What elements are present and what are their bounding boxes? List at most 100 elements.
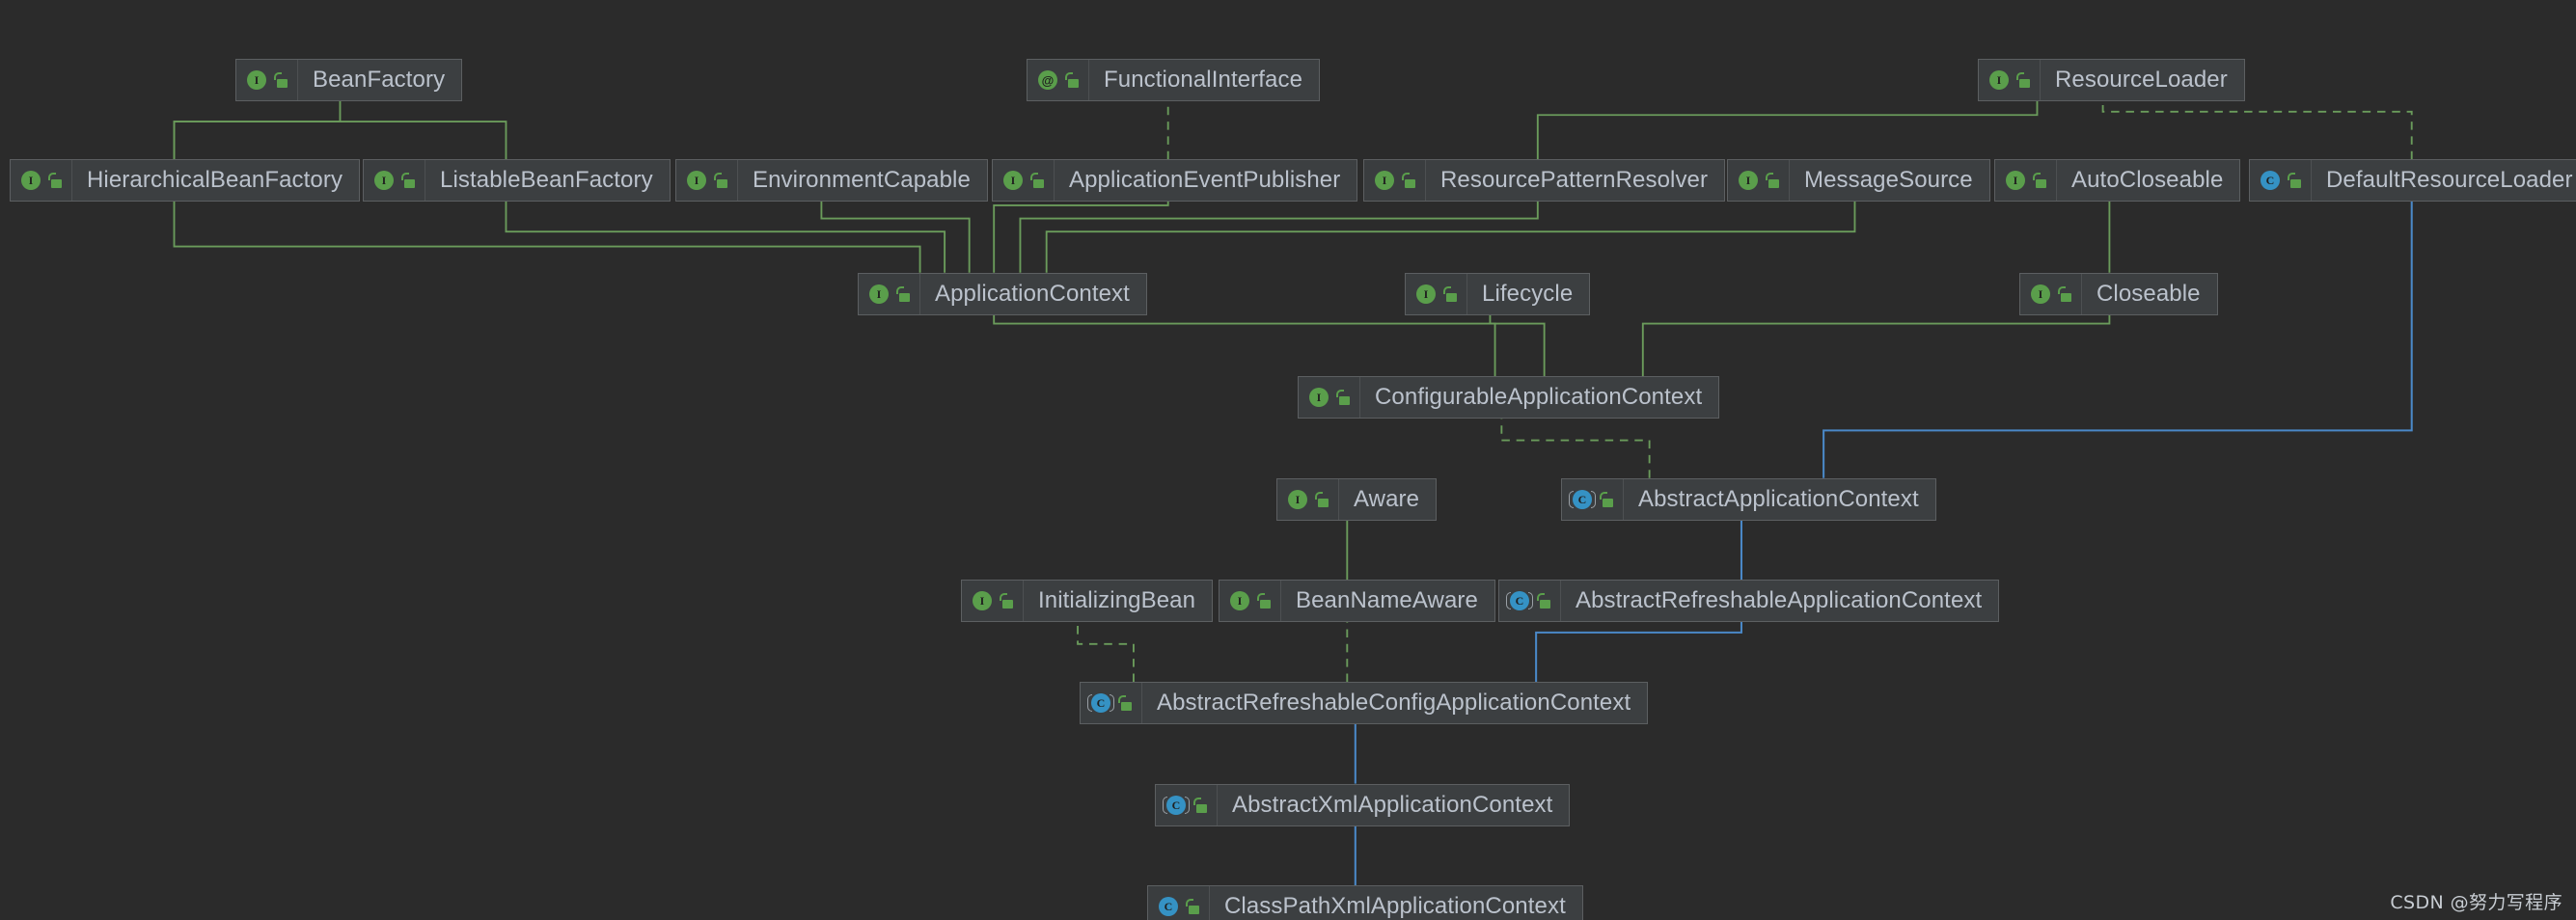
uml-node-ResourcePatternResolver[interactable]: I ResourcePatternResolver bbox=[1363, 159, 1726, 202]
uml-node-ListableBeanFactory[interactable]: I ListableBeanFactory bbox=[363, 159, 671, 202]
uml-node-AutoCloseable[interactable]: I AutoCloseable bbox=[1994, 159, 2241, 202]
node-label: Aware bbox=[1354, 486, 1420, 512]
node-icons: C bbox=[2250, 160, 2312, 201]
node-label: DefaultResourceLoader bbox=[2326, 167, 2573, 193]
node-label: ResourceLoader bbox=[2055, 67, 2228, 93]
node-icons: C bbox=[1148, 886, 1210, 920]
node-icons: C bbox=[1156, 785, 1218, 825]
unlocked-padlock-icon bbox=[2288, 172, 2302, 189]
unlocked-padlock-icon bbox=[2033, 172, 2047, 189]
node-icons: I bbox=[1219, 581, 1281, 621]
uml-node-AbstractXmlApplicationContext[interactable]: C AbstractXmlApplicationContext bbox=[1155, 784, 1571, 826]
uml-node-AbstractRefreshableApplicationContext[interactable]: C AbstractRefreshableApplicationContext bbox=[1498, 580, 2000, 622]
unlocked-padlock-icon bbox=[1443, 285, 1458, 303]
node-icons: I bbox=[859, 274, 920, 314]
node-label: FunctionalInterface bbox=[1104, 67, 1303, 93]
uml-node-InitializingBean[interactable]: I InitializingBean bbox=[961, 580, 1214, 622]
interface-icon: I bbox=[1738, 170, 1759, 191]
uml-node-AbstractApplicationContext[interactable]: C AbstractApplicationContext bbox=[1561, 478, 1936, 521]
node-icons: I bbox=[364, 160, 425, 201]
uml-node-ApplicationEventPublisher[interactable]: I ApplicationEventPublisher bbox=[992, 159, 1358, 202]
interface-icon: I bbox=[1415, 284, 1437, 305]
node-icons: I bbox=[1728, 160, 1790, 201]
unlocked-padlock-icon bbox=[1030, 172, 1045, 189]
node-label: AutoCloseable bbox=[2071, 167, 2224, 193]
uml-node-HierarchicalBeanFactory[interactable]: I HierarchicalBeanFactory bbox=[10, 159, 361, 202]
node-icons: I bbox=[993, 160, 1055, 201]
watermark: CSDN @努力写程序 bbox=[2390, 892, 2562, 913]
interface-icon: I bbox=[1229, 590, 1250, 611]
node-icons: I bbox=[11, 160, 72, 201]
node-icons: I bbox=[1995, 160, 2057, 201]
unlocked-padlock-icon bbox=[274, 71, 288, 89]
node-icons: C bbox=[1499, 581, 1561, 621]
uml-node-DefaultResourceLoader[interactable]: C DefaultResourceLoader bbox=[2249, 159, 2576, 202]
unlocked-padlock-icon bbox=[714, 172, 728, 189]
abstract-class-icon: C bbox=[1569, 489, 1596, 510]
annotation-icon: @ bbox=[1037, 69, 1058, 91]
interface-icon: I bbox=[20, 170, 41, 191]
uml-node-FunctionalInterface[interactable]: @ FunctionalInterface bbox=[1027, 59, 1321, 101]
interface-icon: I bbox=[686, 170, 707, 191]
unlocked-padlock-icon bbox=[1600, 491, 1614, 508]
node-label: Closeable bbox=[2096, 281, 2201, 307]
unlocked-padlock-icon bbox=[1118, 694, 1133, 712]
node-icons: C bbox=[1562, 479, 1624, 520]
class-icon: C bbox=[2260, 170, 2281, 191]
interface-icon: I bbox=[2030, 284, 2051, 305]
abstract-class-icon: C bbox=[1163, 795, 1190, 816]
node-label: HierarchicalBeanFactory bbox=[87, 167, 343, 193]
uml-node-BeanNameAware[interactable]: I BeanNameAware bbox=[1219, 580, 1495, 622]
node-label: Lifecycle bbox=[1482, 281, 1574, 307]
node-label: MessageSource bbox=[1804, 167, 1973, 193]
node-label: EnvironmentCapable bbox=[753, 167, 971, 193]
unlocked-padlock-icon bbox=[896, 285, 911, 303]
node-icons: I bbox=[1299, 377, 1360, 418]
node-label: AbstractRefreshableConfigApplicationCont… bbox=[1157, 690, 1631, 716]
unlocked-padlock-icon bbox=[1257, 592, 1272, 609]
node-label: ApplicationEventPublisher bbox=[1069, 167, 1341, 193]
uml-class-diagram: I BeanFactory @ FunctionalInterface I Resourc… bbox=[0, 0, 2576, 920]
uml-node-Aware[interactable]: I Aware bbox=[1276, 478, 1438, 521]
interface-icon: I bbox=[1374, 170, 1395, 191]
node-icons: I bbox=[1364, 160, 1426, 201]
uml-node-ClassPathXmlApplicationContext[interactable]: C ClassPathXmlApplicationContext bbox=[1147, 885, 1583, 920]
uml-node-AbstractRefreshableConfigApplicationContext[interactable]: C AbstractRefreshableConfigApplicationCon… bbox=[1080, 682, 1649, 724]
uml-node-Closeable[interactable]: I Closeable bbox=[2019, 273, 2218, 315]
node-icons: C bbox=[1081, 683, 1142, 723]
unlocked-padlock-icon bbox=[1766, 172, 1780, 189]
node-icons: I bbox=[1277, 479, 1339, 520]
interface-icon: I bbox=[868, 284, 890, 305]
interface-icon: I bbox=[373, 170, 395, 191]
unlocked-padlock-icon bbox=[1315, 491, 1329, 508]
unlocked-padlock-icon bbox=[1336, 389, 1351, 406]
interface-icon: I bbox=[972, 590, 993, 611]
class-icon: C bbox=[1158, 896, 1179, 917]
abstract-class-icon: C bbox=[1506, 590, 1533, 611]
unlocked-padlock-icon bbox=[48, 172, 63, 189]
node-label: BeanNameAware bbox=[1296, 587, 1478, 613]
node-icons: I bbox=[236, 60, 298, 100]
uml-node-BeanFactory[interactable]: I BeanFactory bbox=[235, 59, 463, 101]
uml-node-Lifecycle[interactable]: I Lifecycle bbox=[1405, 273, 1591, 315]
interface-icon: I bbox=[1308, 387, 1329, 408]
node-label: ListableBeanFactory bbox=[440, 167, 653, 193]
node-icons: @ bbox=[1028, 60, 1089, 100]
uml-node-MessageSource[interactable]: I MessageSource bbox=[1727, 159, 1990, 202]
uml-node-EnvironmentCapable[interactable]: I EnvironmentCapable bbox=[675, 159, 988, 202]
unlocked-padlock-icon bbox=[401, 172, 416, 189]
unlocked-padlock-icon bbox=[1065, 71, 1080, 89]
unlocked-padlock-icon bbox=[1186, 898, 1200, 915]
uml-node-ApplicationContext[interactable]: I ApplicationContext bbox=[858, 273, 1147, 315]
unlocked-padlock-icon bbox=[1193, 797, 1208, 814]
interface-icon: I bbox=[246, 69, 267, 91]
uml-node-ConfigurableApplicationContext[interactable]: I ConfigurableApplicationContext bbox=[1298, 376, 1720, 419]
abstract-class-icon: C bbox=[1087, 692, 1114, 714]
interface-icon: I bbox=[1002, 170, 1024, 191]
node-label: AbstractRefreshableApplicationContext bbox=[1576, 587, 1983, 613]
node-label: BeanFactory bbox=[313, 67, 446, 93]
uml-node-ResourceLoader[interactable]: I ResourceLoader bbox=[1978, 59, 2245, 101]
node-icons: I bbox=[2020, 274, 2082, 314]
unlocked-padlock-icon bbox=[1402, 172, 1416, 189]
node-icons: I bbox=[676, 160, 738, 201]
